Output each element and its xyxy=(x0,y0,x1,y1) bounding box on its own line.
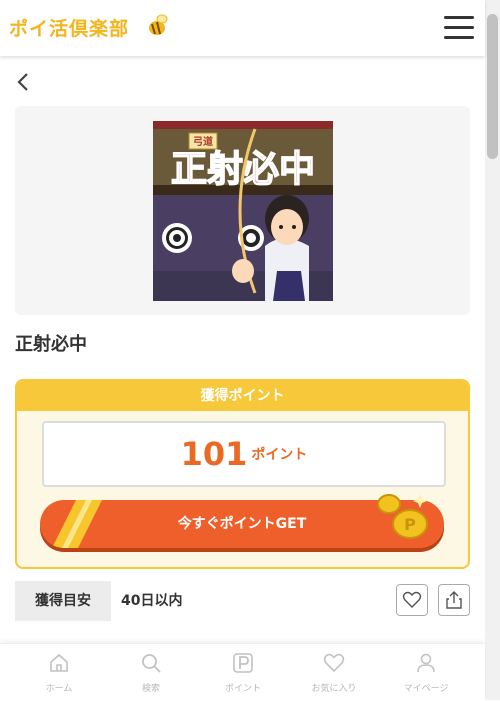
bee-logo-icon xyxy=(149,14,168,35)
heart-icon xyxy=(402,591,422,608)
acquisition-estimate-label: 獲得目安 xyxy=(15,581,111,621)
point-icon xyxy=(233,653,253,673)
logo-text[interactable]: ポイ活倶楽部 xyxy=(9,14,129,41)
user-icon xyxy=(417,653,435,673)
points-panel-header: 獲得ポイント xyxy=(17,381,468,411)
acquisition-estimate-value: 40日以内 xyxy=(121,593,183,609)
nav-item-label: マイページ xyxy=(403,684,449,694)
svg-text:P: P xyxy=(404,515,416,534)
coins-icon: P xyxy=(377,494,428,539)
nav-item-label: お気に入り xyxy=(311,684,357,694)
nav-item-points[interactable]: ポイント xyxy=(203,644,283,701)
share-button[interactable] xyxy=(438,584,470,616)
nav-item-home[interactable]: ホーム xyxy=(19,644,99,701)
search-icon xyxy=(142,654,161,673)
back-arrow-icon[interactable] xyxy=(14,70,34,94)
points-value-box: 101 ポイント xyxy=(42,421,446,487)
offer-thumbnail[interactable]: 弓道 正射必中 xyxy=(153,121,333,301)
app-header: ポイ活倶楽部 xyxy=(0,0,485,56)
thumbnail-tag-text: 弓道 xyxy=(193,135,213,148)
share-icon xyxy=(446,591,462,609)
nav-item-label: ホーム xyxy=(45,684,73,694)
nav-item-label: ポイント xyxy=(224,684,261,694)
nav-item-label: 検索 xyxy=(141,684,160,694)
points-value: 101 xyxy=(180,435,248,473)
home-icon xyxy=(50,653,68,672)
nav-item-mypage[interactable]: マイページ xyxy=(386,644,466,701)
hamburger-menu-button[interactable] xyxy=(442,14,474,42)
points-unit: ポイント xyxy=(251,447,308,463)
bottom-navigation: ホーム 検索 ポイント お気に入り マイページ xyxy=(0,643,485,701)
scrollbar-thumb[interactable] xyxy=(487,14,498,159)
favorite-button[interactable] xyxy=(396,584,428,616)
nav-item-search[interactable]: 検索 xyxy=(111,644,191,701)
nav-item-favorites[interactable]: お気に入り xyxy=(294,644,374,701)
heart-icon xyxy=(323,653,345,673)
offer-title: 正射必中 xyxy=(15,334,87,355)
